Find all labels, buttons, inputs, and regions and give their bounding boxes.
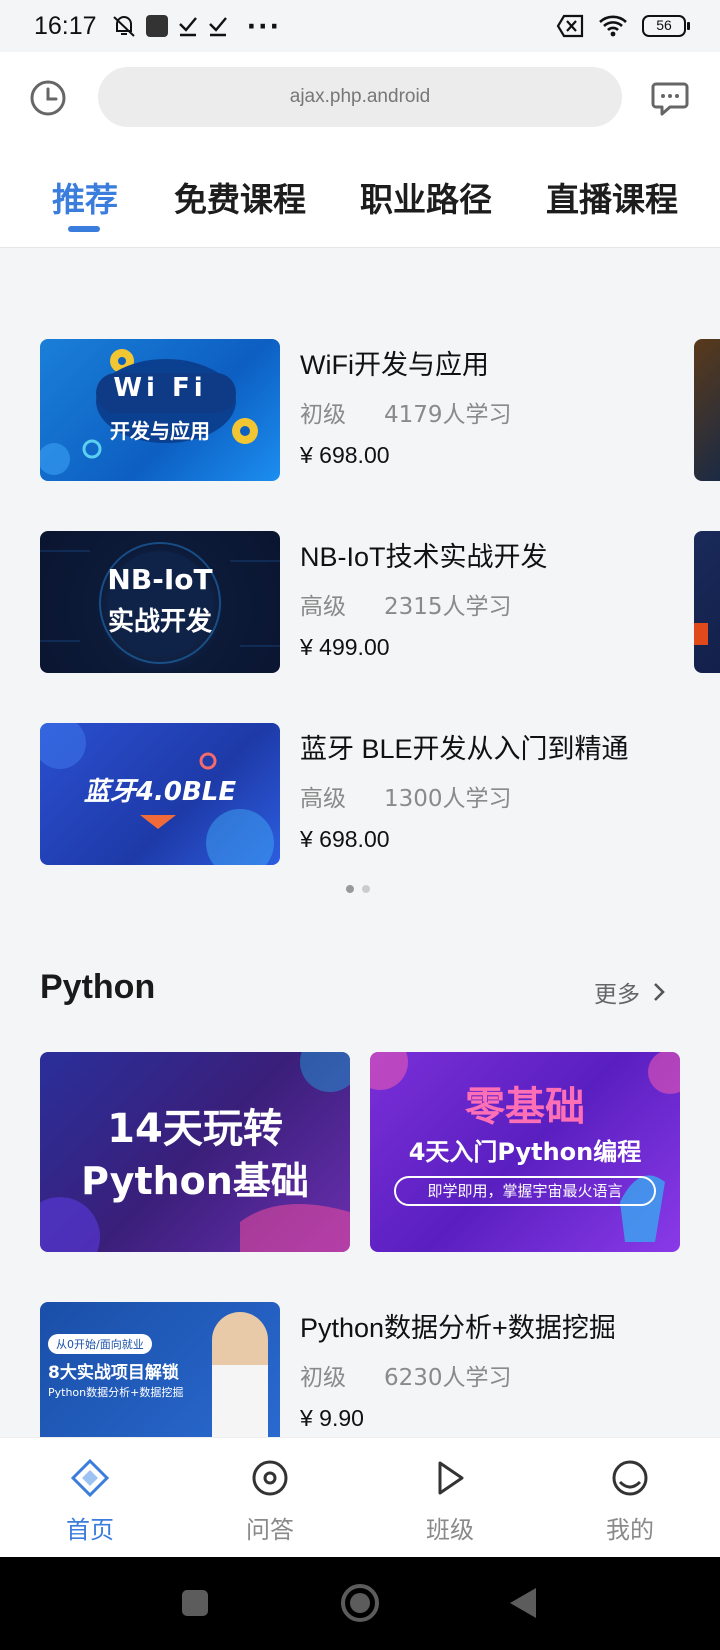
nav-label: 问答: [246, 1516, 294, 1544]
home-diamond-icon: [70, 1458, 110, 1498]
course-learners: 6230人学习: [384, 1365, 512, 1391]
banner-line1: 14天玩转: [107, 1106, 283, 1152]
category-tabs: 推荐 免费课程 职业路径 直播课程: [0, 170, 720, 240]
course-card[interactable]: NB-IoT 实战开发 NB-IoT技术实战开发 高级 2315人学习 ¥ 499…: [40, 531, 680, 673]
course-meta: 初级 6230人学习: [300, 1358, 512, 1392]
course-card[interactable]: 蓝牙4.0BLE 蓝牙 BLE开发从入门到精通 高级 1300人学习 ¥ 698.…: [40, 723, 680, 865]
thumb-subtitle: Python数据分析+数据挖掘: [48, 1386, 184, 1399]
course-meta: 高级 1300人学习: [300, 779, 512, 813]
course-thumbnail: 蓝牙4.0BLE: [40, 723, 280, 865]
course-learners: 4179人学习: [384, 402, 512, 428]
profile-icon: [612, 1460, 648, 1496]
more-link[interactable]: 更多: [594, 975, 666, 1009]
thumb-tag: 从0开始/面向就业: [48, 1334, 152, 1354]
carousel-pagination: [346, 885, 370, 893]
back-triangle-icon[interactable]: [508, 1586, 538, 1620]
nav-class[interactable]: 班级: [360, 1438, 540, 1558]
course-thumbnail: 从0开始/面向就业 8大实战项目解锁 Python数据分析+数据挖掘: [40, 1302, 280, 1437]
course-level: 高级: [300, 786, 346, 812]
course-price: ¥ 698.00: [300, 826, 390, 852]
chevron-right-icon: [654, 983, 665, 1001]
download-done-icon: [208, 17, 227, 37]
tab-career-path[interactable]: 职业路径: [360, 170, 492, 230]
pagination-dot: [346, 885, 354, 893]
bottom-navigation: 首页 问答 班级 我的: [0, 1437, 720, 1557]
status-bar: 16:17 ··· 56: [0, 0, 720, 52]
tab-recommended[interactable]: 推荐: [52, 170, 118, 230]
course-card[interactable]: Wi Fi 开发与应用 WiFi开发与应用 初级 4179人学习 ¥ 698.00: [40, 339, 680, 481]
course-level: 高级: [300, 594, 346, 620]
course-level: 初级: [300, 1365, 346, 1391]
nav-profile[interactable]: 我的: [540, 1438, 720, 1558]
recents-square-icon[interactable]: [180, 1588, 210, 1618]
course-title: WiFi开发与应用: [300, 350, 489, 380]
thumb-title: NB-IoT: [107, 563, 213, 596]
system-navigation-bar: [0, 1557, 720, 1650]
nav-label: 首页: [66, 1516, 114, 1544]
download-done-icon: [178, 17, 197, 37]
sim-off-icon: [556, 14, 584, 38]
course-meta: 高级 2315人学习: [300, 587, 512, 621]
wifi-icon: [599, 15, 627, 37]
course-title: NB-IoT技术实战开发: [300, 542, 548, 572]
course-learners: 2315人学习: [384, 594, 512, 620]
banner-line3: 即学即用，掌握宇宙最火语言: [394, 1176, 656, 1206]
search-input[interactable]: ajax.php.android: [98, 67, 622, 127]
banner-line1: 零基础: [465, 1084, 585, 1130]
top-bar: ajax.php.android 推荐 免费课程 职业路径 直播课程: [0, 52, 720, 248]
tab-free-courses[interactable]: 免费课程: [174, 170, 306, 230]
app-square-icon: [145, 15, 168, 37]
course-learners: 1300人学习: [384, 786, 512, 812]
pagination-dot: [362, 885, 370, 893]
nav-home[interactable]: 首页: [0, 1438, 180, 1558]
course-level: 初级: [300, 402, 346, 428]
course-price: ¥ 499.00: [300, 634, 390, 660]
course-price: ¥ 698.00: [300, 442, 390, 468]
more-notifications: ···: [246, 11, 282, 41]
next-page-preview[interactable]: [694, 531, 720, 673]
qa-circle-icon: [252, 1460, 288, 1496]
thumb-subtitle: 开发与应用: [110, 419, 210, 443]
more-label: 更多: [594, 982, 640, 1008]
tab-live-courses[interactable]: 直播课程: [546, 170, 678, 230]
instructor-photo: [212, 1312, 268, 1437]
nav-label: 班级: [426, 1516, 474, 1544]
history-clock-icon[interactable]: [28, 78, 68, 118]
thumb-title: 蓝牙4.0BLE: [83, 777, 237, 807]
next-page-preview[interactable]: [694, 339, 720, 481]
nav-label: 我的: [606, 1516, 654, 1544]
thumb-title: 8大实战项目解锁: [48, 1363, 179, 1383]
message-icon[interactable]: [650, 78, 690, 118]
play-icon: [438, 1461, 464, 1495]
tab-active-indicator: [68, 226, 100, 232]
course-title: Python数据分析+数据挖掘: [300, 1313, 616, 1343]
course-thumbnail: Wi Fi 开发与应用: [40, 339, 280, 481]
battery-indicator: 56: [642, 15, 690, 37]
course-title: 蓝牙 BLE开发从入门到精通: [300, 734, 629, 764]
banner-line2: 4天入门Python编程: [408, 1138, 642, 1166]
course-card[interactable]: 从0开始/面向就业 8大实战项目解锁 Python数据分析+数据挖掘 Pytho…: [40, 1302, 680, 1437]
status-time: 16:17: [34, 11, 97, 40]
thumb-title: Wi Fi: [113, 373, 207, 403]
course-price: ¥ 9.90: [300, 1405, 364, 1431]
mute-icon: [112, 16, 135, 37]
banner-line2: Python基础: [81, 1159, 309, 1203]
python-banner[interactable]: 零基础 4天入门Python编程 即学即用，掌握宇宙最火语言: [370, 1052, 680, 1252]
section-title: Python: [40, 968, 156, 1006]
python-banner[interactable]: 14天玩转 Python基础: [40, 1052, 350, 1252]
nav-qa[interactable]: 问答: [180, 1438, 360, 1558]
course-thumbnail: NB-IoT 实战开发: [40, 531, 280, 673]
home-circle-icon[interactable]: [340, 1583, 380, 1623]
thumb-subtitle: 实战开发: [107, 607, 212, 637]
course-meta: 初级 4179人学习: [300, 395, 512, 429]
